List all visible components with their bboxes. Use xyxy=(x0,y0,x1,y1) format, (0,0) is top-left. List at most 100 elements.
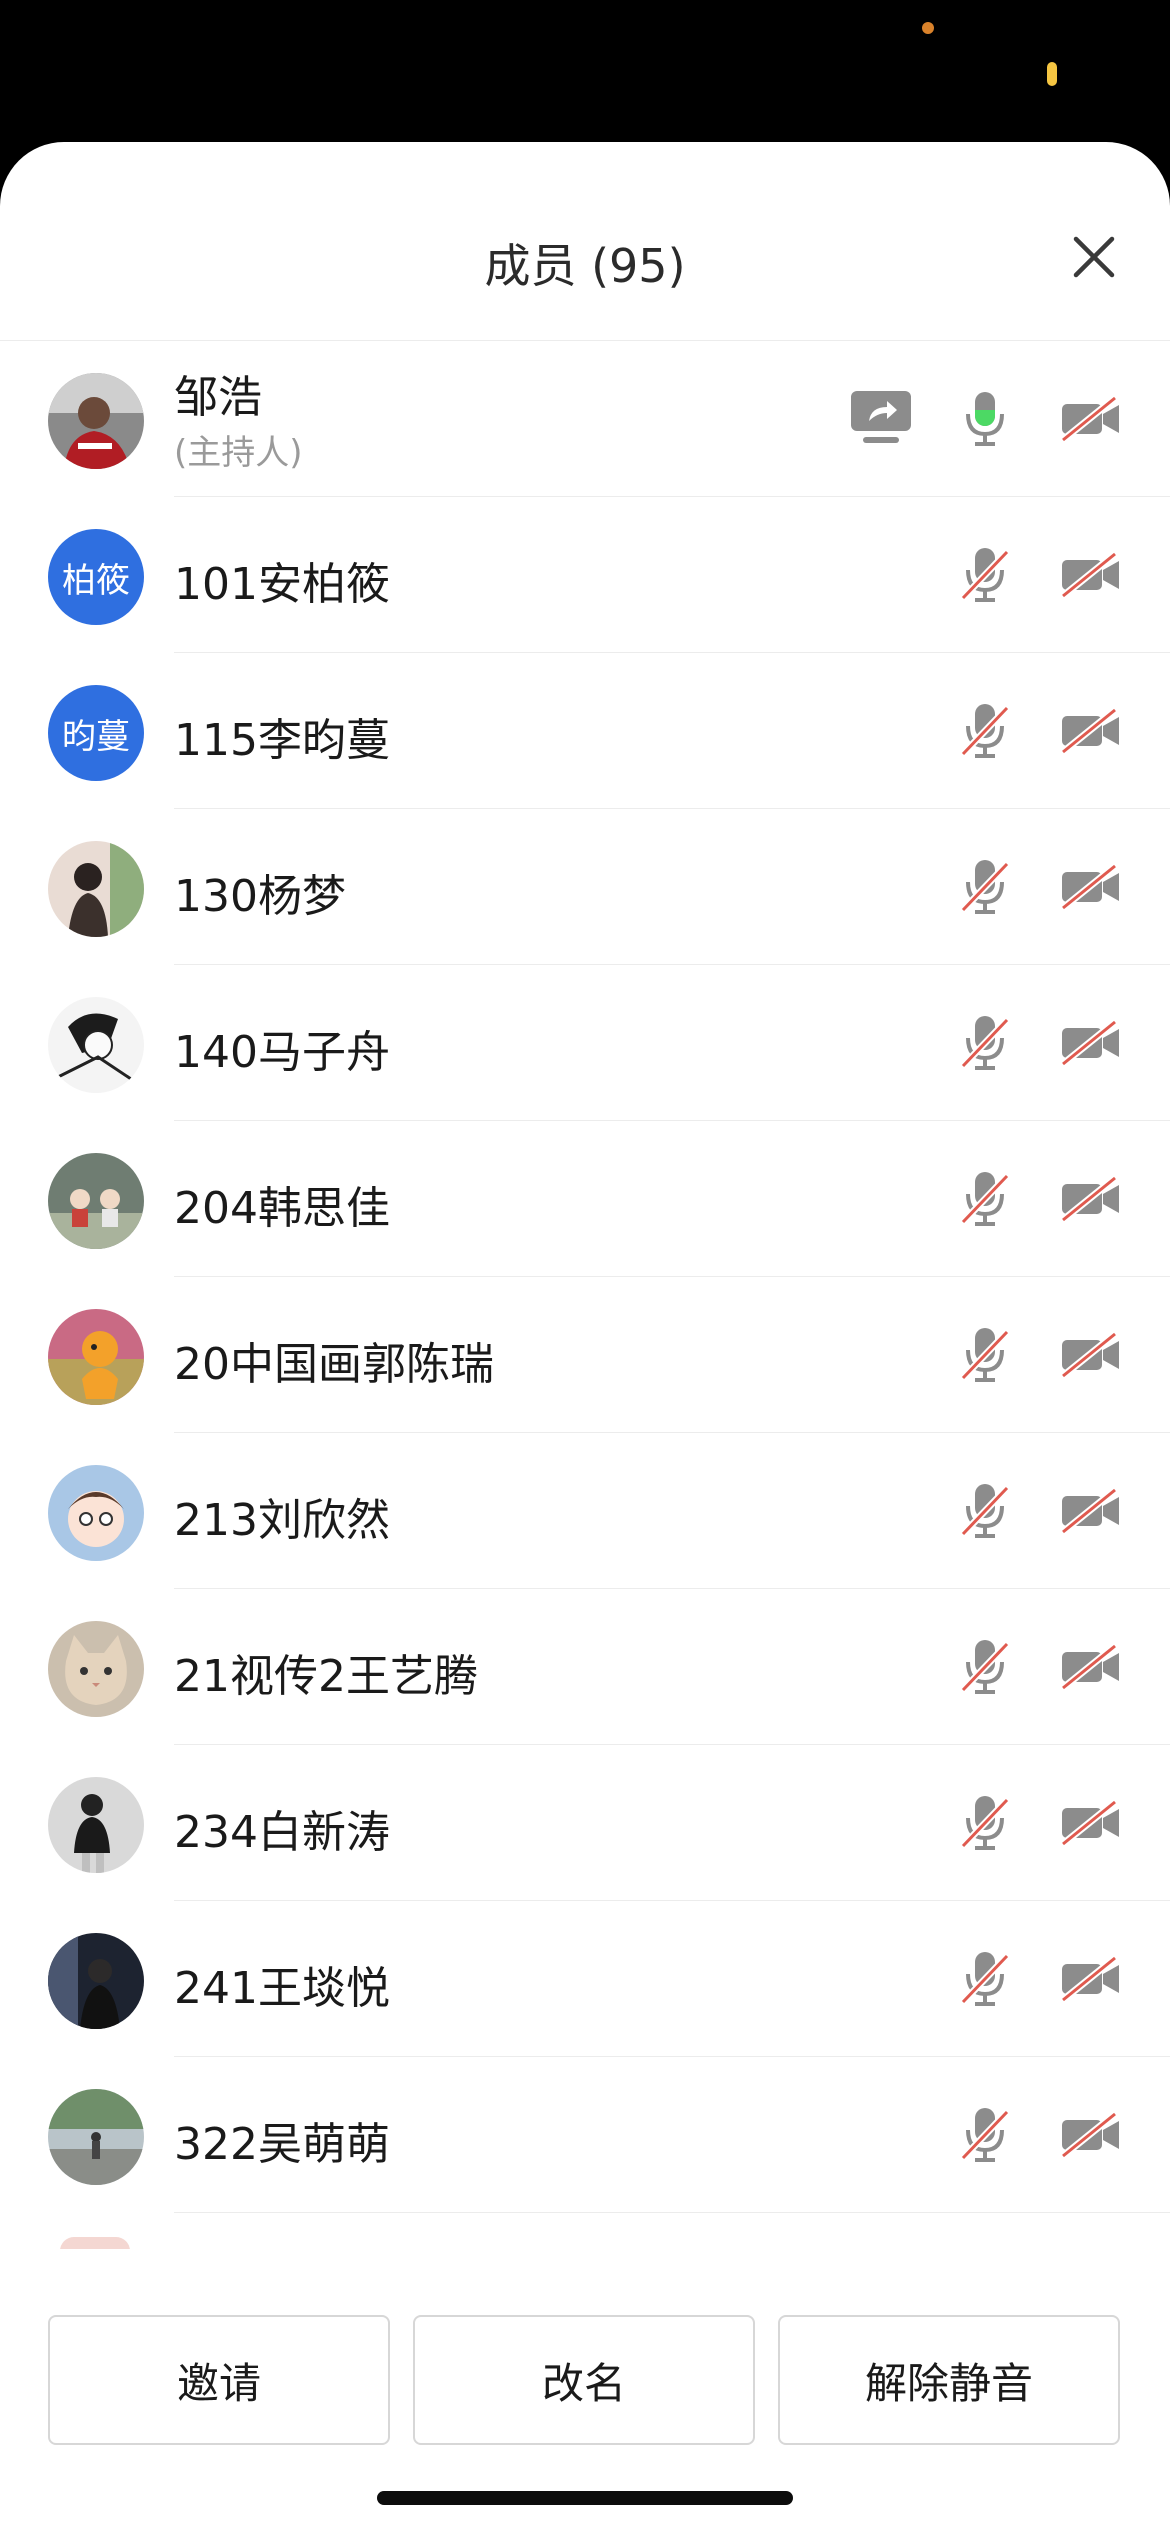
avatar xyxy=(48,1465,144,1561)
camera-off-icon xyxy=(1060,708,1119,754)
avatar xyxy=(48,1933,144,2029)
member-name: 115李昀蔓 xyxy=(174,715,390,766)
avatar xyxy=(48,2089,144,2185)
members-sheet: 成员 (95) 邹浩 (主持人) 柏筱 101安柏筱 昀蔓 115李昀蔓 130… xyxy=(0,142,1170,2532)
microphone-muted-button[interactable] xyxy=(950,1947,1020,2011)
camera-off-button[interactable] xyxy=(1056,1323,1126,1387)
camera-off-icon xyxy=(1060,1956,1119,2002)
avatar xyxy=(48,1621,144,1717)
microphone-muted-icon xyxy=(960,1172,1010,1226)
camera-off-button[interactable] xyxy=(1056,2103,1126,2167)
member-list[interactable]: 邹浩 (主持人) 柏筱 101安柏筱 昀蔓 115李昀蔓 130杨梦 140马子… xyxy=(0,341,1170,2249)
rename-button[interactable]: 改名 xyxy=(413,2315,755,2445)
microphone-muted-icon xyxy=(960,1016,1010,1070)
camera-off-icon xyxy=(1060,1176,1119,1222)
microphone-muted-icon xyxy=(960,1952,1010,2006)
avatar: 昀蔓 xyxy=(48,685,144,781)
avatar xyxy=(48,373,144,469)
host-role-label: (主持人) xyxy=(174,433,303,473)
avatar xyxy=(48,1777,144,1873)
member-row[interactable]: 213刘欣然 xyxy=(0,1433,1170,1589)
member-row[interactable]: 昀蔓 115李昀蔓 xyxy=(0,653,1170,809)
camera-off-button[interactable] xyxy=(1056,1791,1126,1855)
microphone-muted-icon xyxy=(960,1484,1010,1538)
camera-off-icon xyxy=(1060,396,1119,442)
screen-share-button[interactable] xyxy=(846,387,916,451)
microphone-muted-button[interactable] xyxy=(950,699,1020,763)
microphone-muted-icon xyxy=(960,1328,1010,1382)
status-indicator-dot xyxy=(922,22,934,34)
member-name: 101安柏筱 xyxy=(174,559,390,610)
invite-button[interactable]: 邀请 xyxy=(48,2315,390,2445)
member-row[interactable]: 140马子舟 xyxy=(0,965,1170,1121)
camera-off-icon xyxy=(1060,864,1119,910)
microphone-muted-icon xyxy=(960,704,1010,758)
unmute-all-button[interactable]: 解除静音 xyxy=(778,2315,1120,2445)
member-name: 20中国画郭陈瑞 xyxy=(174,1339,494,1390)
camera-off-icon xyxy=(1060,1332,1119,1378)
microphone-muted-button[interactable] xyxy=(950,2103,1020,2167)
microphone-muted-icon xyxy=(960,860,1010,914)
member-name: 204韩思佳 xyxy=(174,1183,390,1234)
member-row[interactable]: 204韩思佳 xyxy=(0,1121,1170,1277)
member-row[interactable]: 234白新涛 xyxy=(0,1745,1170,1901)
member-name: 241王埮悦 xyxy=(174,1963,390,2014)
member-name: 213刘欣然 xyxy=(174,1495,390,1546)
member-row[interactable]: 130杨梦 xyxy=(0,809,1170,965)
member-name: 140马子舟 xyxy=(174,1027,390,1078)
member-name: 130杨梦 xyxy=(174,871,346,922)
screen-share-icon xyxy=(851,391,911,443)
member-row[interactable]: 241王埮悦 xyxy=(0,1901,1170,2057)
camera-off-icon xyxy=(1060,2112,1119,2158)
microphone-active-button[interactable] xyxy=(950,387,1020,451)
member-name: 234白新涛 xyxy=(174,1807,390,1858)
camera-off-button[interactable] xyxy=(1056,1167,1126,1231)
microphone-muted-button[interactable] xyxy=(950,543,1020,607)
microphone-muted-button[interactable] xyxy=(950,1011,1020,1075)
camera-off-button[interactable] xyxy=(1056,1635,1126,1699)
member-row[interactable]: 322吴萌萌 xyxy=(0,2057,1170,2213)
avatar xyxy=(48,1309,144,1405)
camera-off-button[interactable] xyxy=(1056,1011,1126,1075)
members-header: 成员 (95) xyxy=(0,142,1170,340)
microphone-active-icon xyxy=(966,392,1004,446)
home-indicator[interactable] xyxy=(377,2491,793,2505)
member-row[interactable]: 20中国画郭陈瑞 xyxy=(0,1277,1170,1433)
member-row[interactable]: 21视传2王艺腾 xyxy=(0,1589,1170,1745)
member-row-host[interactable]: 邹浩 (主持人) xyxy=(0,341,1170,497)
close-button[interactable] xyxy=(1064,227,1124,287)
microphone-muted-button[interactable] xyxy=(950,855,1020,919)
camera-off-button[interactable] xyxy=(1056,387,1126,451)
microphone-muted-icon xyxy=(960,548,1010,602)
camera-off-icon xyxy=(1060,1800,1119,1846)
camera-off-button[interactable] xyxy=(1056,699,1126,763)
member-row[interactable]: 柏筱 101安柏筱 xyxy=(0,497,1170,653)
row-divider xyxy=(174,2212,1170,2213)
close-icon xyxy=(1073,236,1115,278)
camera-off-icon xyxy=(1060,552,1119,598)
microphone-muted-button[interactable] xyxy=(950,1323,1020,1387)
camera-off-icon xyxy=(1060,1488,1119,1534)
camera-off-button[interactable] xyxy=(1056,1479,1126,1543)
microphone-muted-button[interactable] xyxy=(950,1635,1020,1699)
avatar xyxy=(48,841,144,937)
camera-off-button[interactable] xyxy=(1056,855,1126,919)
camera-off-button[interactable] xyxy=(1056,1947,1126,2011)
microphone-muted-icon xyxy=(960,1640,1010,1694)
status-indicator-pill xyxy=(1047,62,1057,86)
member-name: 322吴萌萌 xyxy=(174,2119,390,2170)
action-bar: 邀请 改名 解除静音 xyxy=(0,2249,1170,2532)
avatar: 柏筱 xyxy=(48,529,144,625)
microphone-muted-button[interactable] xyxy=(950,1479,1020,1543)
microphone-muted-icon xyxy=(960,2108,1010,2162)
member-name: 21视传2王艺腾 xyxy=(174,1651,478,1702)
page-title: 成员 (95) xyxy=(484,239,686,293)
camera-off-icon xyxy=(1060,1644,1119,1690)
member-name: 邹浩 xyxy=(174,372,262,423)
microphone-muted-button[interactable] xyxy=(950,1167,1020,1231)
microphone-muted-button[interactable] xyxy=(950,1791,1020,1855)
avatar xyxy=(48,997,144,1093)
camera-off-button[interactable] xyxy=(1056,543,1126,607)
avatar xyxy=(48,1153,144,1249)
camera-off-icon xyxy=(1060,1020,1119,1066)
